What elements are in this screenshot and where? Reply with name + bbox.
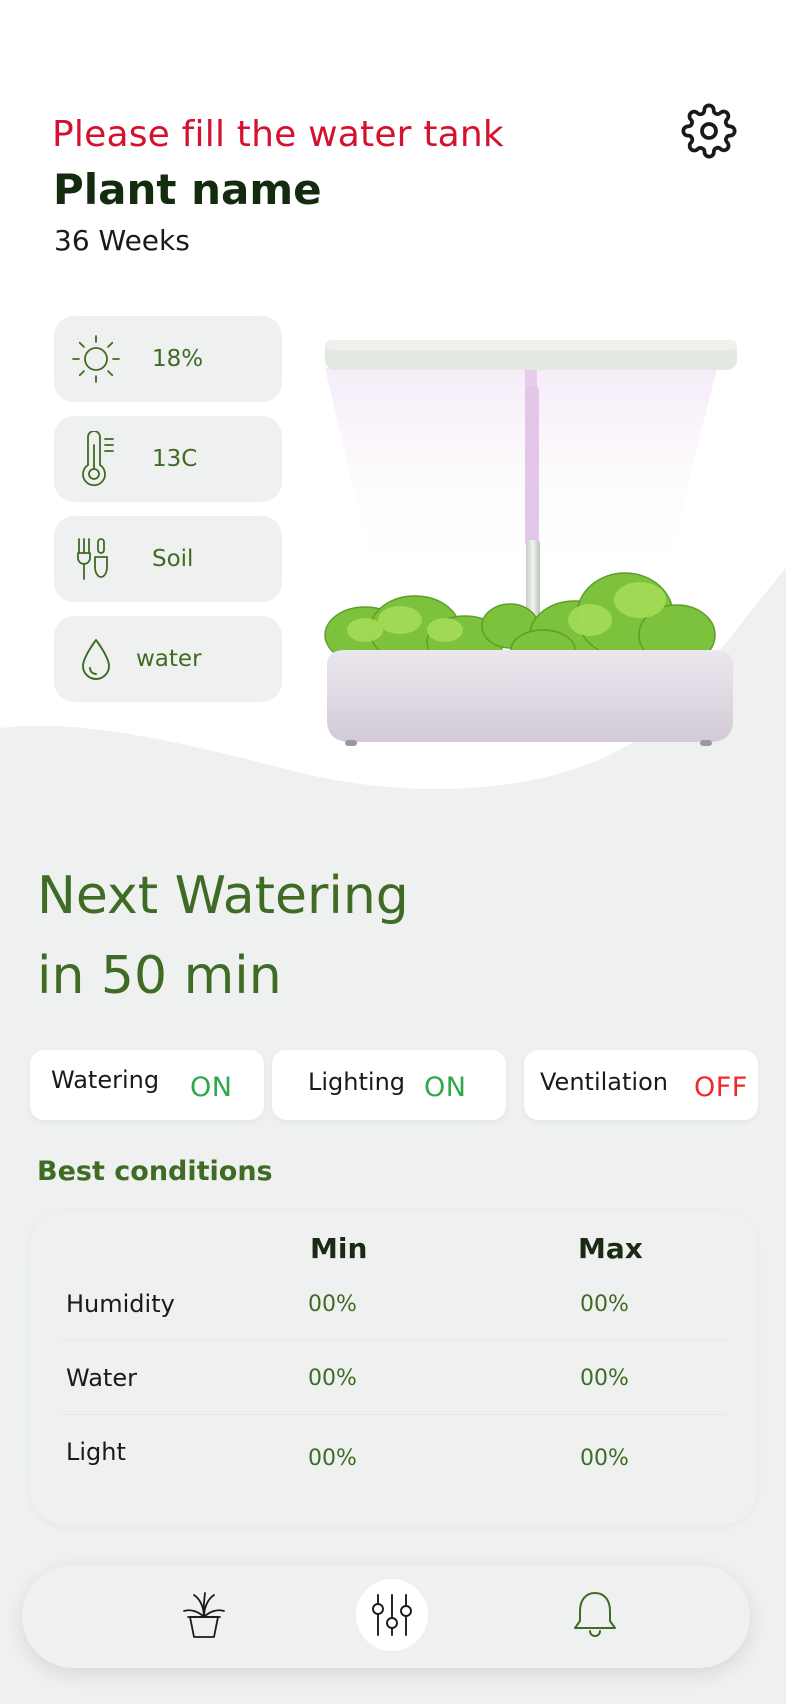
best-conditions-title: Best conditions bbox=[37, 1156, 273, 1187]
light-max-value: 00% bbox=[580, 1446, 629, 1471]
water-max-value: 00% bbox=[580, 1366, 629, 1391]
water-stat-card[interactable]: water bbox=[54, 616, 282, 702]
settings-button[interactable] bbox=[681, 103, 737, 159]
ventilation-toggle-label: Ventilation bbox=[540, 1068, 668, 1096]
lighting-toggle-label: Lighting bbox=[308, 1068, 406, 1096]
water-min-value: 00% bbox=[308, 1366, 357, 1391]
best-conditions-card: Min Max Humidity 00% 00% Water 00% 00% L… bbox=[30, 1210, 757, 1525]
plant-age: 36 Weeks bbox=[54, 224, 190, 257]
bottom-navigation bbox=[22, 1565, 750, 1668]
smart-garden-image bbox=[324, 340, 737, 746]
min-column-header: Min bbox=[310, 1232, 368, 1265]
thermometer-icon bbox=[68, 431, 124, 487]
sliders-icon bbox=[372, 1594, 412, 1636]
water-tank-alert: Please fill the water tank bbox=[52, 114, 504, 155]
row-divider bbox=[60, 1340, 727, 1341]
soil-stat-card[interactable]: Soil bbox=[54, 516, 282, 602]
light-stat-value: 18% bbox=[152, 346, 204, 372]
bell-icon bbox=[574, 1592, 616, 1637]
light-row-label: Light bbox=[66, 1438, 126, 1466]
soil-stat-value: Soil bbox=[152, 546, 194, 572]
watering-toggle-label: Watering bbox=[51, 1066, 160, 1094]
light-min-value: 00% bbox=[308, 1446, 357, 1471]
watering-toggle[interactable]: Watering ON bbox=[30, 1050, 264, 1120]
temperature-stat-card[interactable]: 13C bbox=[54, 416, 282, 502]
nav-plant-button[interactable] bbox=[168, 1579, 240, 1651]
garden-tools-icon bbox=[68, 531, 124, 587]
water-stat-value: water bbox=[136, 646, 202, 672]
water-drop-icon bbox=[68, 631, 124, 687]
light-stat-card[interactable]: 18% bbox=[54, 316, 282, 402]
temperature-stat-value: 13C bbox=[152, 446, 198, 472]
next-watering-heading: Next Watering in 50 min bbox=[37, 856, 409, 1016]
nav-notifications-button[interactable] bbox=[559, 1579, 631, 1651]
nav-controls-button[interactable] bbox=[356, 1579, 428, 1651]
humidity-max-value: 00% bbox=[580, 1292, 629, 1317]
max-column-header: Max bbox=[578, 1232, 643, 1265]
gear-icon bbox=[681, 103, 737, 159]
next-watering-line2: in 50 min bbox=[37, 946, 282, 1006]
plant-name: Plant name bbox=[53, 165, 322, 214]
sun-icon bbox=[68, 331, 124, 387]
ventilation-toggle-state: OFF bbox=[694, 1072, 748, 1103]
watering-toggle-state: ON bbox=[190, 1072, 233, 1103]
potted-plant-icon bbox=[183, 1592, 225, 1638]
next-watering-line1: Next Watering bbox=[37, 866, 409, 926]
humidity-min-value: 00% bbox=[308, 1292, 357, 1317]
lighting-toggle[interactable]: Lighting ON bbox=[272, 1050, 506, 1120]
lighting-toggle-state: ON bbox=[424, 1072, 467, 1103]
row-divider bbox=[60, 1414, 727, 1415]
ventilation-toggle[interactable]: Ventilation OFF bbox=[524, 1050, 758, 1120]
water-row-label: Water bbox=[66, 1364, 137, 1392]
humidity-row-label: Humidity bbox=[66, 1290, 175, 1318]
